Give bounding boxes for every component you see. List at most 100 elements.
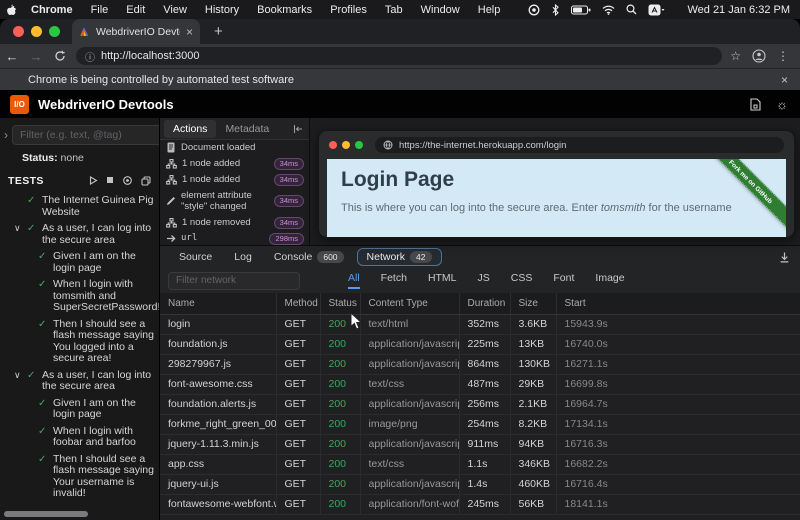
copy-icon[interactable] bbox=[141, 176, 151, 186]
check-icon: ✓ bbox=[38, 454, 53, 466]
network-row[interactable]: app.cssGET200text/css1.1s346KB16682.2s bbox=[160, 454, 800, 474]
tab-network[interactable]: Network42 bbox=[357, 248, 442, 266]
wifi-icon[interactable] bbox=[602, 5, 615, 15]
network-filter-input[interactable] bbox=[168, 272, 300, 290]
cell: 13KB bbox=[510, 334, 556, 354]
network-row[interactable]: foundation.alerts.jsGET200application/ja… bbox=[160, 394, 800, 414]
zoom-window-button[interactable] bbox=[49, 26, 60, 37]
menu-bookmarks[interactable]: Bookmarks bbox=[248, 4, 321, 16]
network-row[interactable]: foundation.jsGET200application/javascrip… bbox=[160, 334, 800, 354]
report-document-icon[interactable] bbox=[750, 98, 761, 111]
play-icon[interactable] bbox=[89, 176, 98, 186]
test-tree-item[interactable]: ✓Given I am on the login page bbox=[0, 251, 159, 274]
reload-icon[interactable] bbox=[48, 50, 72, 62]
close-tab-icon[interactable]: × bbox=[186, 25, 193, 39]
test-tree-item[interactable]: ✓When I login with foobar and barfoo bbox=[0, 426, 159, 449]
browser-tab[interactable]: WebdriverIO Devtools × bbox=[72, 19, 200, 44]
collapse-panel-icon[interactable] bbox=[293, 124, 303, 134]
subtab-image[interactable]: Image bbox=[595, 272, 624, 289]
menu-file[interactable]: File bbox=[82, 4, 118, 16]
network-row[interactable]: loginGET200text/html352ms3.6KB15943.9s bbox=[160, 314, 800, 334]
action-entry[interactable]: url298ms bbox=[160, 231, 309, 246]
tab-source[interactable]: Source bbox=[170, 249, 221, 265]
banner-close-icon[interactable]: × bbox=[781, 73, 788, 87]
status-label: Status: bbox=[22, 152, 58, 164]
tab-log[interactable]: Log bbox=[225, 249, 261, 265]
bookmark-star-icon[interactable]: ☆ bbox=[730, 49, 741, 63]
site-info-icon[interactable]: ⓘ bbox=[85, 49, 95, 64]
menu-edit[interactable]: Edit bbox=[117, 4, 154, 16]
test-tree-item[interactable]: ✓The Internet Guinea Pig Website bbox=[0, 195, 159, 218]
eye-icon[interactable] bbox=[122, 176, 133, 186]
apple-icon[interactable] bbox=[0, 2, 22, 17]
tab-metadata[interactable]: Metadata bbox=[216, 120, 278, 138]
kebab-menu-icon[interactable]: ⋮ bbox=[777, 49, 789, 63]
subtab-js[interactable]: JS bbox=[478, 272, 490, 289]
network-row[interactable]: jquery-ui.jsGET200application/javascript… bbox=[160, 474, 800, 494]
tests-label: TESTS bbox=[8, 175, 44, 187]
column-content-type[interactable]: Content Type bbox=[360, 293, 459, 314]
minimize-window-button[interactable] bbox=[31, 26, 42, 37]
menu-chrome[interactable]: Chrome bbox=[22, 4, 82, 16]
action-entry[interactable]: element attribute "style" changed34ms bbox=[160, 188, 309, 215]
network-row[interactable]: fontawesome-webfont.wof...GET200applicat… bbox=[160, 494, 800, 514]
subtab-all[interactable]: All bbox=[348, 272, 360, 289]
test-tree-item[interactable]: ✓Then I should see a flash message sayin… bbox=[0, 454, 159, 500]
cell: 256ms bbox=[459, 394, 510, 414]
action-entry[interactable]: 1 node removed34ms bbox=[160, 215, 309, 231]
check-icon: ✓ bbox=[38, 426, 53, 438]
menu-history[interactable]: History bbox=[196, 4, 248, 16]
chevron-down-icon[interactable]: ∨ bbox=[14, 370, 27, 382]
action-entry[interactable]: 1 node added34ms bbox=[160, 172, 309, 188]
test-tree-item[interactable]: ∨✓As a user, I can log into the secure a… bbox=[0, 370, 159, 393]
omnibox[interactable]: ⓘ http://localhost:3000 bbox=[76, 47, 722, 65]
test-tree-item[interactable]: ✓Then I should see a flash message sayin… bbox=[0, 319, 159, 365]
download-icon[interactable] bbox=[779, 252, 790, 263]
network-row[interactable]: 298279967.jsGET200application/javascript… bbox=[160, 354, 800, 374]
theme-toggle-icon[interactable]: ☼ bbox=[776, 97, 788, 112]
column-method[interactable]: Method bbox=[276, 293, 320, 314]
subtab-css[interactable]: CSS bbox=[511, 272, 533, 289]
network-row[interactable]: jquery-1.11.3.min.jsGET200application/ja… bbox=[160, 434, 800, 454]
subtab-font[interactable]: Font bbox=[553, 272, 574, 289]
battery-icon[interactable] bbox=[571, 5, 591, 15]
menu-profiles[interactable]: Profiles bbox=[321, 4, 376, 16]
forward-icon[interactable]: → bbox=[24, 49, 48, 64]
close-window-button[interactable] bbox=[13, 26, 24, 37]
tab-actions[interactable]: Actions bbox=[164, 120, 216, 138]
test-tree-item[interactable]: ✓When I login with tomsmith and SuperSec… bbox=[0, 279, 159, 314]
screen-record-icon[interactable] bbox=[528, 4, 540, 16]
back-icon[interactable]: ← bbox=[0, 49, 24, 64]
input-source-icon[interactable] bbox=[648, 4, 665, 16]
menu-tab[interactable]: Tab bbox=[376, 4, 412, 16]
chevron-down-icon[interactable]: ∨ bbox=[14, 223, 27, 235]
column-status[interactable]: Status bbox=[320, 293, 360, 314]
tab-console[interactable]: Console600 bbox=[265, 249, 353, 265]
subtab-html[interactable]: HTML bbox=[428, 272, 457, 289]
action-entry[interactable]: 1 node added34ms bbox=[160, 156, 309, 172]
column-size[interactable]: Size bbox=[510, 293, 556, 314]
subtab-fetch[interactable]: Fetch bbox=[381, 272, 407, 289]
menu-window[interactable]: Window bbox=[412, 4, 469, 16]
cell: 200 bbox=[320, 394, 360, 414]
column-name[interactable]: Name bbox=[160, 293, 276, 314]
bluetooth-icon[interactable] bbox=[551, 4, 560, 16]
test-tree-item[interactable]: ✓Given I am on the login page bbox=[0, 398, 159, 421]
network-row[interactable]: forkme_right_green_0072...GET200image/pn… bbox=[160, 414, 800, 434]
test-filter-input[interactable] bbox=[12, 125, 160, 145]
sidebar-collapse-icon[interactable]: › bbox=[4, 128, 8, 142]
test-tree-item[interactable]: ∨✓As a user, I can log into the secure a… bbox=[0, 223, 159, 246]
profile-avatar-icon[interactable] bbox=[752, 49, 766, 63]
actions-panel: Actions Metadata Document loaded1 node a… bbox=[160, 118, 310, 245]
new-tab-button[interactable]: + bbox=[214, 23, 223, 40]
column-duration[interactable]: Duration bbox=[459, 293, 510, 314]
cell: GET bbox=[276, 414, 320, 434]
network-row[interactable]: font-awesome.cssGET200text/css487ms29KB1… bbox=[160, 374, 800, 394]
action-entry[interactable]: Document loaded bbox=[160, 140, 309, 156]
menu-help[interactable]: Help bbox=[469, 4, 510, 16]
stop-icon[interactable] bbox=[106, 176, 114, 186]
column-start[interactable]: Start bbox=[556, 293, 800, 314]
menu-view[interactable]: View bbox=[154, 4, 196, 16]
search-icon[interactable] bbox=[626, 4, 637, 15]
sidebar-scrollbar[interactable] bbox=[4, 511, 88, 517]
